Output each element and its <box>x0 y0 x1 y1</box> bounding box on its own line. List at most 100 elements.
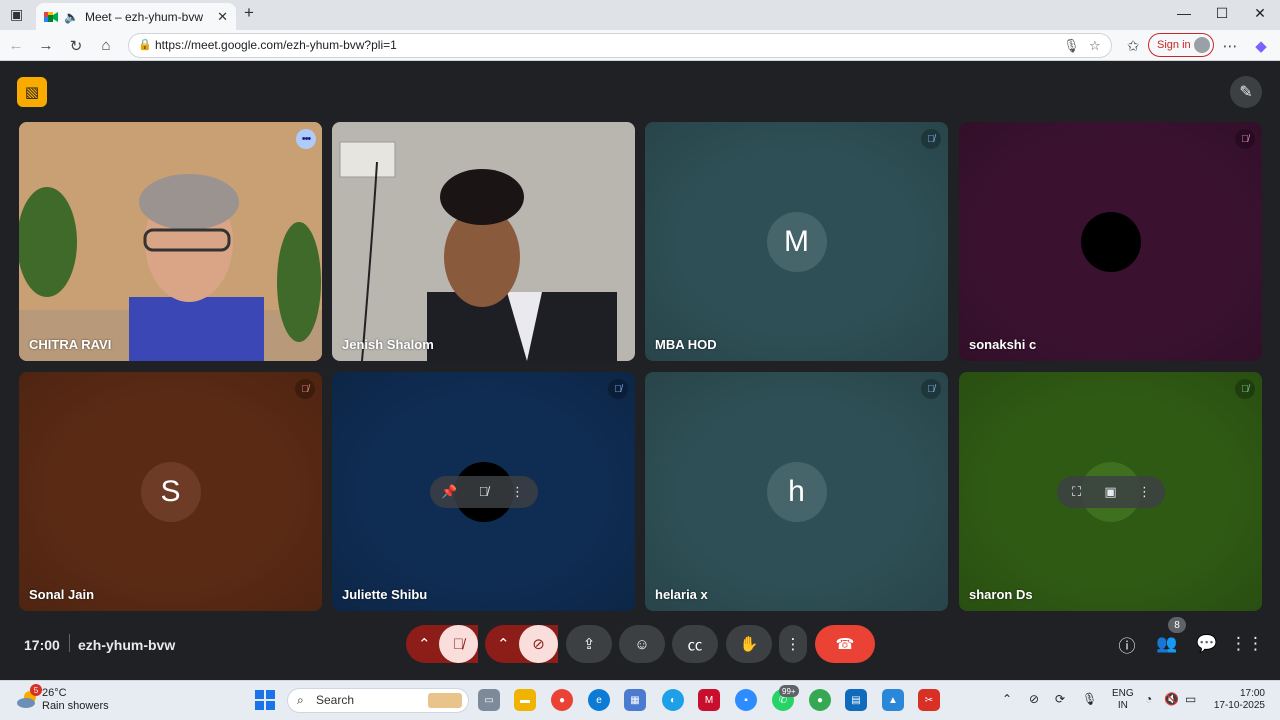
snipping-icon[interactable]: ✂ <box>918 689 940 711</box>
mute-participant-icon[interactable]: 🎙̸ <box>470 478 498 506</box>
site-info-icon[interactable]: 🔒 <box>138 34 152 57</box>
participant-name: MBA HOD <box>655 337 717 352</box>
participant-tile-helaria[interactable]: 🎙̸ h helaria x <box>645 372 948 611</box>
mic-off-icon: 🎙̸ <box>295 379 315 399</box>
microphone-tray-icon[interactable]: 🎙 <box>1082 692 1097 706</box>
chevron-up-icon: ⌃ <box>418 636 431 653</box>
participant-count-badge: 8 <box>1168 617 1186 633</box>
task-view-icon[interactable]: ▭ <box>478 689 500 711</box>
hide-self-view-icon[interactable]: ▧ <box>17 77 47 107</box>
meet-tray-icon[interactable]: ⊘ <box>1029 692 1039 706</box>
copilot-icon[interactable]: ◆ <box>1252 37 1270 55</box>
battery-icon[interactable]: ▭ <box>1185 692 1196 706</box>
weather-widget[interactable]: 5 26°C Rain showers <box>14 684 134 716</box>
home-icon[interactable]: ⌂ <box>97 37 115 54</box>
url-field[interactable]: 🔒 https://meet.google.com/ezh-yhum-bvw?p… <box>128 33 1112 58</box>
participant-avatar: h <box>766 461 827 522</box>
profile-avatar-icon <box>1194 37 1210 53</box>
close-window-icon[interactable]: ✕ <box>1250 5 1270 22</box>
lang-line2: IN <box>1117 700 1128 711</box>
close-tab-icon[interactable]: ✕ <box>217 9 228 25</box>
captions-button[interactable]: ㏄ <box>672 625 718 663</box>
present-screen-button[interactable]: ⇪ <box>566 625 612 663</box>
participant-tile-sonal[interactable]: 🎙̸ S Sonal Jain <box>19 372 322 611</box>
meeting-details-icon[interactable]: ⓘ <box>1115 632 1139 656</box>
onedrive-icon[interactable]: ◐ <box>662 689 684 711</box>
hand-icon: ✋ <box>739 636 759 653</box>
edge-icon[interactable]: e <box>588 689 610 711</box>
activities-icon[interactable]: ⋮⋮ <box>1230 632 1264 656</box>
new-tab-icon[interactable]: + <box>244 3 254 23</box>
chevron-up-icon: ⌃ <box>497 636 510 653</box>
frame-tile-icon[interactable]: ⛶ <box>1063 478 1091 506</box>
sign-in-button[interactable]: Sign in <box>1148 33 1214 57</box>
taskbar-clock[interactable]: 17:00 17-10-2025 <box>1212 688 1265 712</box>
wifi-icon[interactable]: ◔ <box>1145 692 1152 706</box>
people-icon[interactable]: 👥 <box>1155 632 1179 656</box>
taskbar-search[interactable]: ⌕ Search <box>287 688 469 713</box>
more-menu-icon[interactable]: ⋯ <box>1221 37 1239 55</box>
start-windows-icon[interactable] <box>255 690 275 710</box>
participant-tile-mba-hod[interactable]: 🎙̸ M MBA HOD <box>645 122 948 361</box>
volume-icon[interactable]: 🔇 <box>1164 692 1179 706</box>
tile-more-icon[interactable]: ⋮ <box>1131 478 1159 506</box>
back-icon[interactable]: ← <box>7 37 25 54</box>
favorites-icon[interactable]: ✩ <box>1124 37 1142 55</box>
speaker-icon[interactable]: 🔈 <box>64 10 79 24</box>
participant-avatar: S <box>140 461 201 522</box>
show-hidden-icons[interactable]: ⌃ <box>1002 692 1012 706</box>
whatsapp-badge: 99+ <box>779 685 799 697</box>
mic-off-icon: 🎙̸ <box>608 379 628 399</box>
weather-desc: Rain showers <box>42 700 109 712</box>
participant-name: helaria x <box>655 587 708 602</box>
participant-name: sonakshi c <box>969 337 1037 352</box>
participant-tile-jenish[interactable]: Jenish Shalom <box>332 122 635 361</box>
participant-tile-chitra[interactable]: ••• CHITRA RAVI <box>19 122 322 361</box>
tab-actions-icon[interactable]: ▣ <box>10 6 23 23</box>
toggle-camera-button[interactable]: ⊘ <box>519 625 558 663</box>
participant-tile-sharon[interactable]: 🎙̸ ⛶ ▣ ⋮ sharon Ds <box>959 372 1262 611</box>
spotlight-icon[interactable]: ▣ <box>1097 478 1125 506</box>
mic-off-icon: 🎙̸ <box>1235 129 1255 149</box>
chrome-profile-icon[interactable]: ● <box>809 689 831 711</box>
participant-tile-sonakshi[interactable]: 🎙̸ sonakshi c <box>959 122 1262 361</box>
participant-name: CHITRA RAVI <box>29 337 112 352</box>
mcafee-icon[interactable]: M <box>698 689 720 711</box>
language-indicator[interactable]: ENG IN <box>1112 688 1134 712</box>
mic-off-icon: 🎙̸ <box>452 635 465 653</box>
mic-off-icon: 🎙̸ <box>921 129 941 149</box>
zoom-icon[interactable]: ▪ <box>735 689 757 711</box>
file-explorer-icon[interactable]: ▬ <box>514 689 536 711</box>
pin-icon[interactable]: 📌 <box>436 478 464 506</box>
chrome-icon[interactable]: ● <box>551 689 573 711</box>
more-options-button[interactable]: ⋮ <box>779 625 807 663</box>
tile-hover-controls: ⛶ ▣ ⋮ <box>1056 475 1165 508</box>
chat-icon[interactable]: 💬 <box>1195 632 1219 656</box>
sync-icon[interactable]: ⟳ <box>1055 692 1065 706</box>
camera-off-icon: ⊘ <box>532 636 545 653</box>
participant-tile-juliette[interactable]: 🎙̸ 📌 🎙̸ ⋮ Juliette Shibu <box>332 372 635 611</box>
forward-icon[interactable]: → <box>37 37 55 54</box>
toggle-mic-button[interactable]: 🎙̸ <box>439 625 478 663</box>
url-text: https://meet.google.com/ezh-yhum-bvw?pli… <box>155 38 397 52</box>
favorite-star-icon[interactable]: ☆ <box>1089 34 1101 57</box>
emoji-icon: ☺ <box>634 635 650 653</box>
raise-hand-button[interactable]: ✋ <box>726 625 772 663</box>
reload-icon[interactable]: ↻ <box>67 37 85 55</box>
tile-more-icon[interactable]: ⋮ <box>504 478 532 506</box>
maximize-icon[interactable]: ☐ <box>1212 5 1232 22</box>
microphone-site-icon[interactable]: 🎙 <box>1063 34 1080 57</box>
photos-icon[interactable]: ▲ <box>882 689 904 711</box>
annotate-pencil-icon[interactable]: ✎ <box>1230 76 1262 108</box>
captions-icon: ㏄ <box>687 636 703 654</box>
leave-call-button[interactable]: ☎ <box>815 625 875 663</box>
participant-avatar <box>1080 211 1141 272</box>
remote-desktop-icon[interactable]: ▤ <box>845 689 867 711</box>
address-toolbar: ← → ↻ ⌂ 🔒 https://meet.google.com/ezh-yh… <box>0 30 1280 61</box>
tile-hover-controls: 📌 🎙̸ ⋮ <box>429 475 538 508</box>
minimize-icon[interactable]: — <box>1174 5 1194 21</box>
browser-tab[interactable]: 🔈 Meet – ezh-yhum-bvw ✕ <box>36 3 236 30</box>
reactions-button[interactable]: ☺ <box>619 625 665 663</box>
more-options-icon[interactable]: ••• <box>296 129 316 149</box>
store-icon[interactable]: ▦ <box>624 689 646 711</box>
